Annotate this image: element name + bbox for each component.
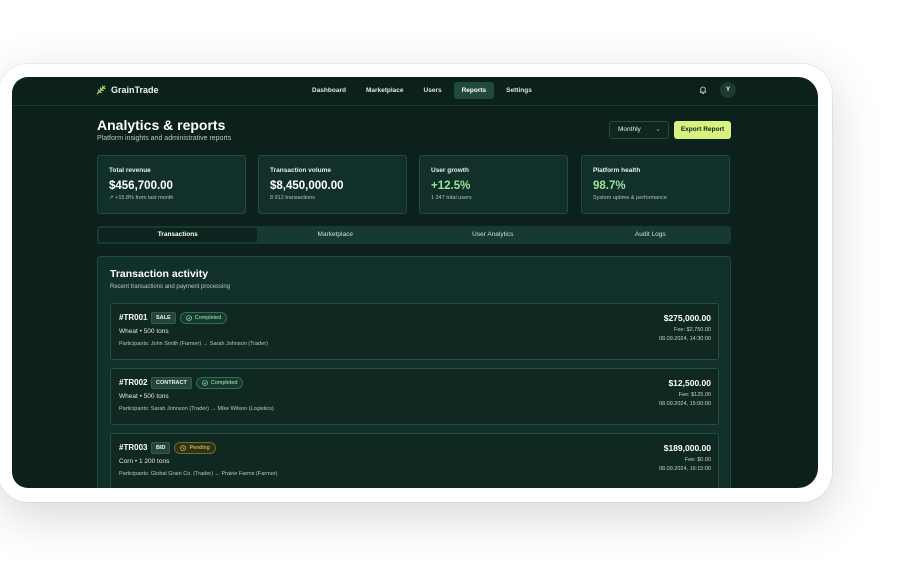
transaction-fee: Fee: $125.00 [678, 392, 711, 398]
panel-subtitle: Recent transactions and payment processi… [110, 284, 231, 290]
tab-marketplace[interactable]: Marketplace [257, 228, 415, 242]
transaction-participants: Participants: Sarah Johnson (Trader) → M… [119, 406, 274, 412]
type-badge: SALE [151, 312, 176, 324]
nav-item-dashboard[interactable]: Dashboard [304, 82, 354, 99]
transaction-date: 08.09.2024, 16:15:00 [659, 466, 711, 472]
transaction-amount: $189,000.00 [663, 443, 711, 453]
transaction-participants: Participants: John Smith (Farmer) → Sara… [119, 341, 268, 347]
transaction-badges: SALE Completed [151, 312, 228, 324]
nav-item-users[interactable]: Users [416, 82, 450, 99]
transaction-badges: CONTRACT Completed [151, 377, 244, 389]
stat-label: Transaction volume [270, 167, 332, 174]
clock-icon [180, 445, 187, 451]
period-select-value: Monthly [618, 126, 641, 133]
nav-item-settings[interactable]: Settings [498, 82, 540, 99]
transaction-amount: $12,500.00 [668, 378, 711, 388]
type-badge: CONTRACT [151, 377, 192, 389]
transaction-date: 08.09.2024, 14:30:00 [659, 336, 711, 342]
stat-card-user-growth: User growth +12.5% 1 247 total users [419, 155, 568, 214]
tab-transactions[interactable]: Transactions [99, 228, 257, 242]
type-badge: BID [151, 442, 171, 454]
stat-card-transaction-volume: Transaction volume $8,450,000.00 8 912 t… [258, 155, 407, 214]
stat-label: Platform health [593, 167, 641, 174]
stat-note: 8 912 transactions [270, 195, 315, 201]
transaction-date: 08.09.2024, 15:00:00 [659, 401, 711, 407]
transaction-id: #TR003 [119, 443, 148, 452]
transaction-activity-panel: Transaction activity Recent transactions… [97, 256, 731, 488]
status-label: Completed [194, 315, 222, 321]
export-report-button[interactable]: Export Report [674, 121, 731, 139]
status-label: Completed [210, 380, 238, 386]
transaction-badges: BID Pending [151, 442, 216, 454]
transaction-product: Wheat • 500 tons [119, 393, 169, 400]
stat-card-platform-health: Platform health 98.7% System uptime & pe… [581, 155, 730, 214]
transaction-amount: $275,000.00 [663, 313, 711, 323]
stat-note: 1 247 total users [431, 195, 472, 201]
nav-item-marketplace[interactable]: Marketplace [358, 82, 412, 99]
report-tabs: Transactions Marketplace User Analytics … [97, 226, 731, 244]
panel-title: Transaction activity [110, 268, 209, 280]
brand-name: GrainTrade [111, 85, 159, 95]
stat-label: Total revenue [109, 167, 151, 174]
page-title: Analytics & reports [97, 117, 226, 133]
transaction-participants: Participants: Global Grain Co. (Trader) … [119, 471, 278, 477]
main-nav: Dashboard Marketplace Users Reports Sett… [304, 82, 540, 99]
app-screen: GrainTrade Dashboard Marketplace Users R… [12, 77, 818, 488]
transaction-fee: Fee: $2,750.00 [673, 327, 711, 333]
tab-user-analytics[interactable]: User Analytics [414, 228, 572, 242]
transaction-id: #TR002 [119, 378, 148, 387]
transaction-fee: Fee: $0.00 [684, 457, 711, 463]
status-badge: Completed [179, 312, 228, 324]
stat-note: System uptime & performance [593, 195, 667, 201]
nav-item-reports[interactable]: Reports [453, 82, 495, 99]
transaction-row[interactable]: #TR002 CONTRACT Completed Wheat • 500 to… [110, 368, 719, 425]
stat-label: User growth [431, 167, 469, 174]
status-badge: Pending [174, 442, 216, 454]
transaction-id: #TR001 [119, 313, 148, 322]
user-avatar[interactable]: Y [720, 82, 736, 98]
period-select[interactable]: Monthly ⌄ [609, 121, 669, 139]
stat-note: ↗ +15.8% from last month [109, 195, 174, 201]
transaction-product: Corn • 1 200 tons [119, 458, 170, 465]
stat-value: $8,450,000.00 [270, 180, 344, 192]
device-frame: GrainTrade Dashboard Marketplace Users R… [0, 64, 832, 502]
stat-value: +12.5% [431, 180, 471, 192]
page-subtitle: Platform insights and administrative rep… [97, 135, 232, 142]
bell-icon[interactable] [698, 85, 708, 95]
transaction-row[interactable]: #TR003 BID Pending Corn • 1 200 tons Par… [110, 433, 719, 488]
wheat-logo-icon [96, 85, 106, 95]
transaction-row[interactable]: #TR001 SALE Completed Wheat • 500 tons P… [110, 303, 719, 360]
chevron-down-icon: ⌄ [655, 126, 661, 133]
top-navigation-bar: GrainTrade Dashboard Marketplace Users R… [12, 77, 818, 106]
brand[interactable]: GrainTrade [96, 85, 159, 95]
stat-value: $456,700.00 [109, 180, 173, 192]
stat-value: 98.7% [593, 180, 626, 192]
status-label: Pending [189, 445, 210, 451]
transaction-product: Wheat • 500 tons [119, 328, 169, 335]
stat-card-total-revenue: Total revenue $456,700.00 ↗ +15.8% from … [97, 155, 246, 214]
check-circle-icon [185, 315, 192, 321]
status-badge: Completed [195, 377, 244, 389]
check-circle-icon [202, 380, 208, 386]
tab-audit-logs[interactable]: Audit Logs [572, 228, 730, 242]
